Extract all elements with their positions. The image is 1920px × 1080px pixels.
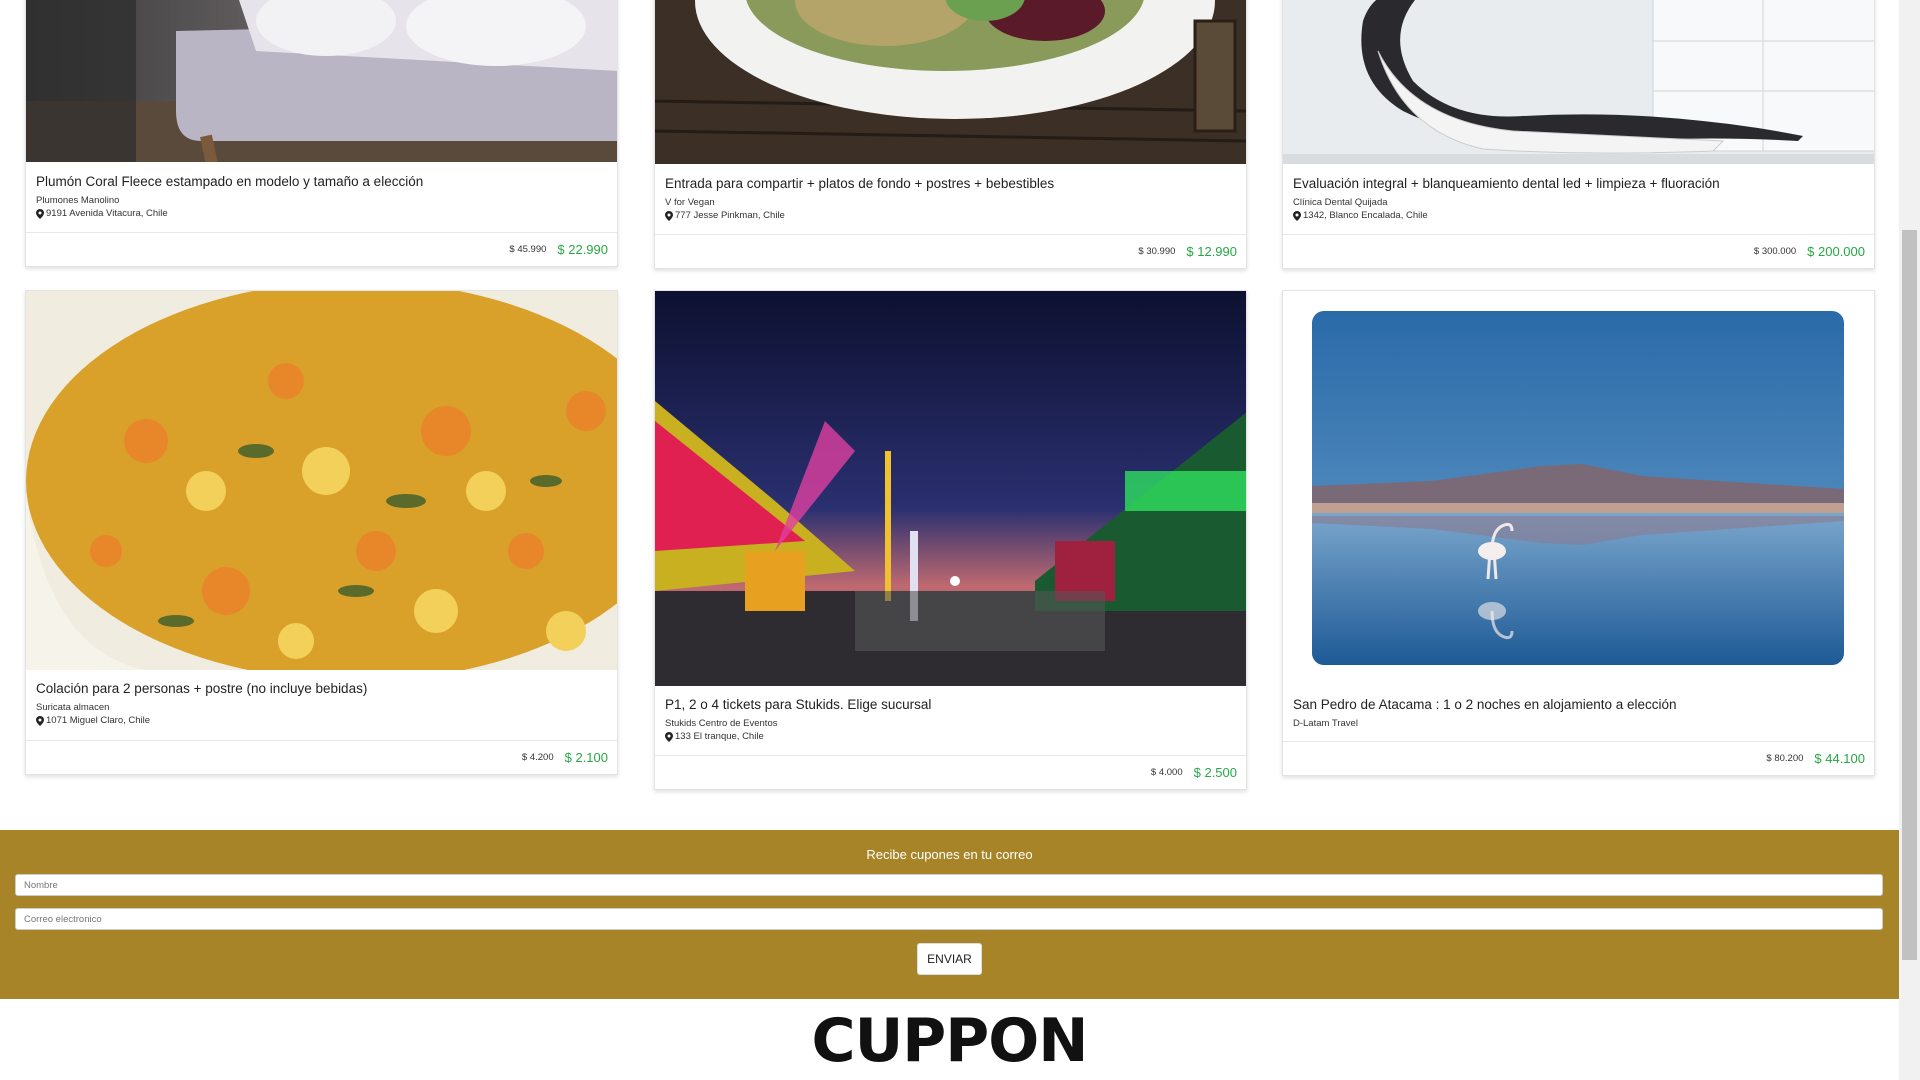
footer-logo[interactable]: CUPPON [0,1006,1899,1076]
newsletter-section: Recibe cupones en tu correo ENVIAR [0,830,1899,999]
page: Plumón Coral Fleece estampado en modelo … [0,0,1899,1080]
deal-price-bar: $ 300.000 $ 200.000 [1283,234,1874,268]
map-marker-icon [1293,210,1301,221]
deal-address: 9191 Avenida Vitacura, Chile [36,207,607,220]
deal-title[interactable]: P1, 2 o 4 tickets para Stukids. Elige su… [665,696,1236,713]
deal-image[interactable] [26,291,617,670]
deal-card[interactable]: P1, 2 o 4 tickets para Stukids. Elige su… [654,290,1247,790]
deal-card[interactable]: Evaluación integral + blanqueamiento den… [1282,0,1875,269]
deal-price-bar: $ 30.990 $ 12.990 [655,234,1246,268]
deal-price-bar: $ 4.200 $ 2.100 [26,740,617,774]
deal-new-price: $ 2.500 [1193,765,1237,780]
deal-address: 133 El tranque, Chile [665,730,1236,743]
deal-address-text: 1071 Miguel Claro, Chile [46,715,151,726]
deal-image[interactable] [655,291,1246,686]
deal-merchant: V for Vegan [665,197,715,208]
deal-address-text: 133 El tranque, Chile [675,731,764,742]
name-input[interactable] [15,874,1883,896]
deal-image[interactable] [26,0,617,162]
map-marker-icon [36,208,44,219]
deal-title[interactable]: Evaluación integral + blanqueamiento den… [1293,175,1864,192]
scrollbar-thumb[interactable] [1902,230,1917,960]
deal-new-price: $ 22.990 [557,242,608,257]
deal-image[interactable] [1283,0,1874,164]
deal-old-price: $ 45.990 [509,244,547,255]
vertical-scrollbar[interactable] [1899,0,1920,1080]
map-marker-icon [665,731,673,742]
deal-address-text: 9191 Avenida Vitacura, Chile [46,208,168,219]
deal-merchant: D-Latam Travel [1293,718,1358,729]
deal-card[interactable]: San Pedro de Atacama : 1 o 2 noches en a… [1282,290,1875,776]
deal-old-price: $ 4.000 [1150,767,1183,778]
deal-new-price: $ 44.100 [1814,751,1865,766]
newsletter-title: Recibe cupones en tu correo [866,847,1033,862]
deal-address: 1342, Blanco Encalada, Chile [1293,209,1864,222]
deal-old-price: $ 300.000 [1753,246,1797,257]
deal-address-text: 777 Jesse Pinkman, Chile [675,210,785,221]
deal-title[interactable]: San Pedro de Atacama : 1 o 2 noches en a… [1293,696,1864,713]
map-marker-icon [36,715,44,726]
submit-button[interactable]: ENVIAR [917,943,982,975]
deal-merchant: Suricata almacen [36,702,110,713]
deal-title[interactable]: Colación para 2 personas + postre (no in… [36,680,607,697]
deal-merchant: Clínica Dental Quijada [1293,197,1388,208]
deal-title[interactable]: Entrada para compartir + platos de fondo… [665,175,1236,192]
deal-card[interactable]: Plumón Coral Fleece estampado en modelo … [25,0,618,267]
deal-address: 777 Jesse Pinkman, Chile [665,209,1236,222]
deal-new-price: $ 12.990 [1186,244,1237,259]
deal-address: 1071 Miguel Claro, Chile [36,714,607,727]
deal-old-price: $ 30.990 [1138,246,1176,257]
deal-image[interactable] [655,0,1246,164]
deal-card[interactable]: Entrada para compartir + platos de fondo… [654,0,1247,269]
deal-new-price: $ 200.000 [1807,244,1865,259]
email-input[interactable] [15,908,1883,930]
deal-price-bar: $ 80.200 $ 44.100 [1283,741,1874,775]
deal-new-price: $ 2.100 [564,750,608,765]
deal-card[interactable]: Colación para 2 personas + postre (no in… [25,290,618,775]
deal-title[interactable]: Plumón Coral Fleece estampado en modelo … [36,173,607,190]
deal-address-text: 1342, Blanco Encalada, Chile [1303,210,1428,221]
map-marker-icon [665,210,673,221]
deal-image[interactable] [1312,311,1844,665]
deal-old-price: $ 4.200 [521,752,554,763]
deal-merchant: Plumones Manolino [36,195,120,206]
deal-price-bar: $ 45.990 $ 22.990 [26,232,617,266]
deal-old-price: $ 80.200 [1766,753,1804,764]
deal-price-bar: $ 4.000 $ 2.500 [655,755,1246,789]
deal-merchant: Stukids Centro de Eventos [665,718,778,729]
